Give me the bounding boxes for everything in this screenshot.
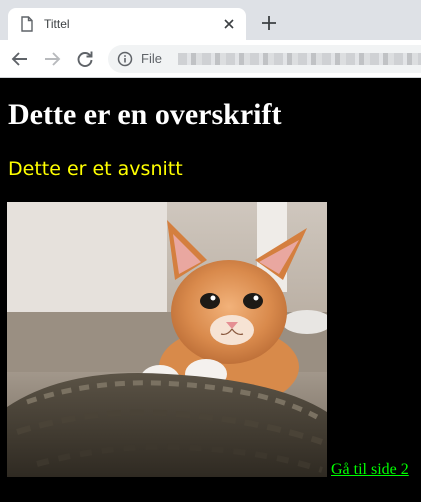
address-url-redacted [178,53,421,65]
browser-chrome: Tittel File [0,0,421,78]
info-icon[interactable] [117,51,133,67]
browser-tab[interactable]: Tittel [8,8,246,40]
page-paragraph: Dette er et avsnitt [8,158,183,180]
tab-title: Tittel [44,17,70,31]
next-page-link[interactable]: Gå til side 2 [331,461,409,479]
address-scheme: File [141,51,162,66]
address-bar[interactable]: File [108,45,421,73]
close-icon[interactable] [222,17,236,31]
plus-icon[interactable] [260,14,278,32]
reload-icon[interactable] [75,49,95,69]
forward-arrow-icon[interactable] [42,49,62,69]
back-arrow-icon[interactable] [10,49,30,69]
kitten-image [7,202,327,477]
web-page: Dette er en overskrift Dette er et avsni… [0,78,421,502]
page-heading: Dette er en overskrift [8,98,282,131]
browser-toolbar: File [0,40,421,78]
document-icon [21,16,33,32]
